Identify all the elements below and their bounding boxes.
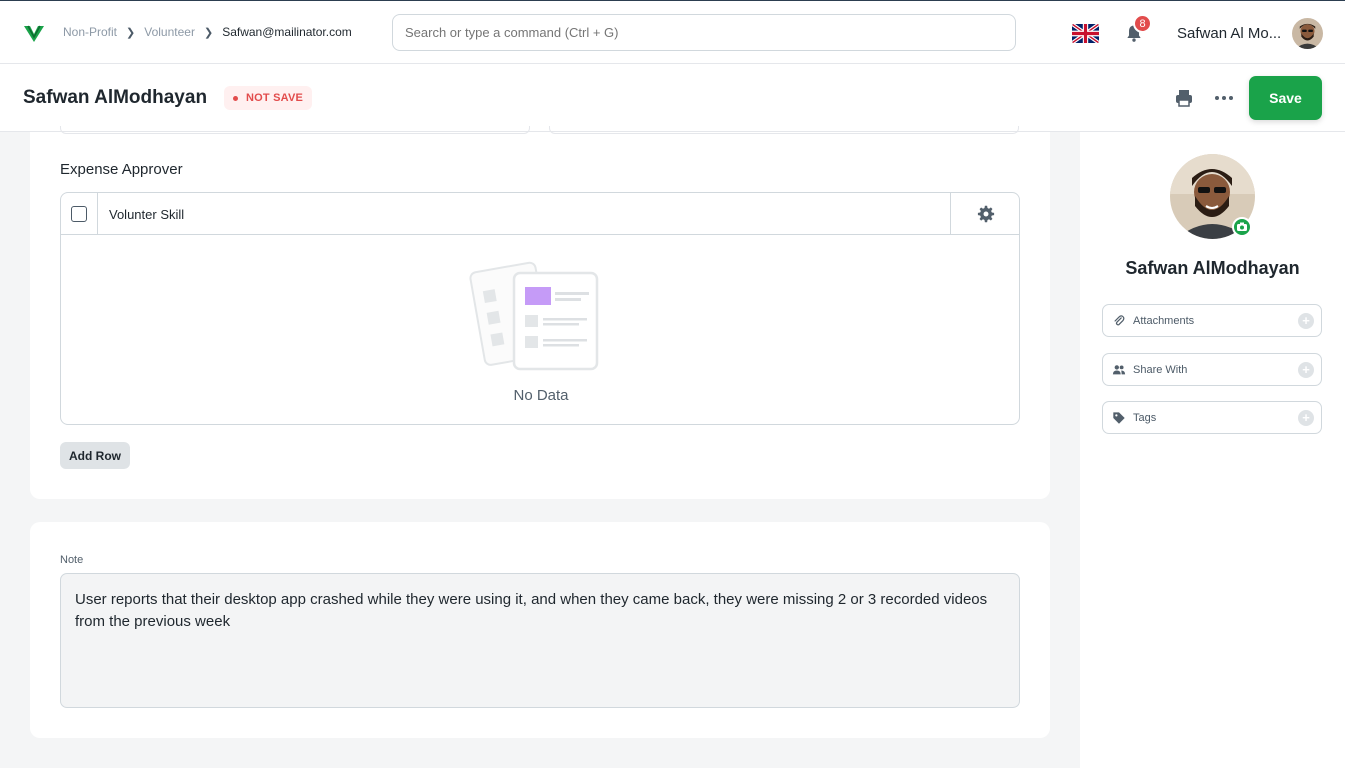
page-title: Safwan AlModhayan	[23, 87, 208, 108]
chevron-right-icon: ❯	[126, 26, 136, 39]
page-header: Safwan AlModhayan NOT SAVE Save	[0, 64, 1345, 132]
previous-field-left[interactable]	[60, 126, 530, 134]
more-options-icon[interactable]	[1212, 86, 1236, 110]
camera-icon[interactable]	[1232, 217, 1252, 237]
user-avatar[interactable]	[1292, 18, 1323, 49]
empty-state-illustration-icon	[469, 261, 599, 371]
gear-icon[interactable]	[977, 205, 995, 223]
breadcrumb-item-current[interactable]: Safwan@mailinator.com	[222, 25, 352, 39]
sidebar-item-label: Tags	[1133, 412, 1157, 424]
select-all-checkbox[interactable]	[71, 206, 87, 222]
breadcrumb-item-volunteer[interactable]: Volunteer	[144, 25, 195, 39]
form-section: Expense Approver Volunter Skill No Data …	[30, 126, 1050, 499]
add-attachment-icon[interactable]: +	[1298, 313, 1314, 329]
form-sidebar: Safwan AlModhayan Attachments + Share Wi…	[1080, 132, 1345, 768]
sidebar-item-attachments[interactable]: Attachments +	[1102, 304, 1322, 337]
search-input[interactable]	[392, 14, 1016, 51]
note-textarea[interactable]: User reports that their desktop app cras…	[60, 573, 1020, 708]
select-all-cell	[61, 193, 98, 235]
app-logo-icon[interactable]	[22, 21, 46, 45]
save-button[interactable]: Save	[1249, 76, 1322, 120]
note-label: Note	[60, 554, 84, 566]
paperclip-icon	[1114, 315, 1125, 326]
sidebar-item-tags[interactable]: Tags +	[1102, 401, 1322, 434]
add-share-icon[interactable]: +	[1298, 362, 1314, 378]
add-row-button[interactable]: Add Row	[60, 442, 130, 469]
status-badge: NOT SAVE	[224, 86, 313, 110]
breadcrumb-item-nonprofit[interactable]: Non-Profit	[63, 25, 117, 39]
table-header: Volunter Skill	[61, 193, 1019, 235]
add-tag-icon[interactable]: +	[1298, 410, 1314, 426]
uk-flag-icon[interactable]	[1072, 24, 1099, 43]
users-icon	[1112, 365, 1126, 375]
printer-icon[interactable]	[1172, 86, 1196, 110]
empty-state-text: No Data	[513, 387, 569, 404]
note-section: Note User reports that their desktop app…	[30, 522, 1050, 738]
user-name[interactable]: Safwan Al Mo...	[1177, 25, 1281, 42]
sidebar-item-share-with[interactable]: Share With +	[1102, 353, 1322, 386]
sidebar-item-label: Share With	[1133, 364, 1188, 376]
profile-name: Safwan AlModhayan	[1125, 258, 1300, 278]
tag-icon	[1113, 412, 1125, 424]
column-settings-cell	[950, 193, 1019, 235]
breadcrumb: Non-Profit ❯ Volunteer ❯ Safwan@mailinat…	[63, 25, 352, 39]
notification-badge: 8	[1133, 14, 1152, 33]
previous-field-right[interactable]	[549, 126, 1019, 134]
child-table: Volunter Skill No Data	[60, 192, 1020, 425]
column-header-volunter-skill: Volunter Skill	[109, 207, 185, 222]
section-label: Expense Approver	[60, 161, 183, 178]
top-navbar: Non-Profit ❯ Volunteer ❯ Safwan@mailinat…	[0, 0, 1345, 64]
sidebar-item-label: Attachments	[1133, 315, 1195, 327]
chevron-right-icon: ❯	[203, 26, 214, 39]
